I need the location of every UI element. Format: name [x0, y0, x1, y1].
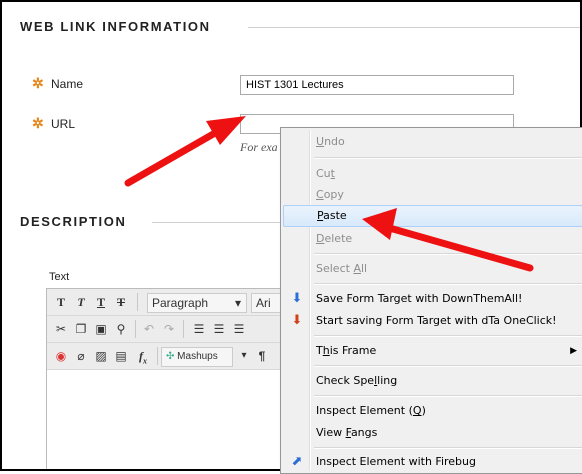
menu-label: ndo: [324, 135, 345, 148]
font-label: Ari: [256, 296, 271, 310]
mashups-label: Mashups: [177, 351, 218, 362]
menu-label: Start saving Form Target with dTa OneCli…: [316, 314, 557, 327]
menu-item-copy[interactable]: Copy: [283, 184, 582, 206]
menu-item-undo[interactable]: Undo: [283, 131, 582, 153]
menu-item-this-frame[interactable]: This Frame ▶: [283, 340, 582, 362]
underline-icon[interactable]: T: [92, 293, 110, 311]
section-divider: [248, 27, 580, 28]
align-left-icon[interactable]: ☰: [190, 320, 208, 338]
menu-label: Cu: [316, 167, 331, 180]
menu-mnemonic: t: [330, 167, 335, 180]
menu-label: Inspect Element (: [316, 404, 413, 417]
italic-icon[interactable]: T: [72, 293, 90, 311]
menu-separator: [314, 335, 582, 337]
menu-item-check-spelling[interactable]: Check Spelling: [283, 370, 582, 392]
editor-toolbar-row: ◉ ⌀ ▨ ▤ fx ✣ Mashups ▾ ¶: [47, 343, 307, 370]
url-hint: For exa: [240, 140, 278, 154]
name-label: Name: [51, 77, 84, 91]
align-right-icon[interactable]: ☰: [230, 320, 248, 338]
menu-label: T: [316, 344, 323, 357]
text-editor: T T T T Paragraph ▾ Ari ✂ ❐ ▣ ⚲ ↶ ↷ ☰ ☰ ☰…: [46, 288, 321, 469]
toolbar-separator: [157, 347, 158, 365]
menu-mnemonic: C: [316, 188, 324, 201]
media-icon[interactable]: ▤: [112, 347, 130, 365]
required-star-icon: ✲: [32, 75, 44, 91]
mashups-dropdown[interactable]: ✣ Mashups: [161, 347, 233, 367]
menu-mnemonic: A: [353, 262, 361, 275]
menu-label: angs: [350, 426, 378, 439]
dta-oneclick-icon: ⬇: [291, 313, 303, 328]
menu-label: View: [316, 426, 346, 439]
menu-label: opy: [323, 188, 344, 201]
align-center-icon[interactable]: ☰: [210, 320, 228, 338]
downthemall-icon: ⬇: [291, 291, 303, 306]
editor-toolbar-row: ✂ ❐ ▣ ⚲ ↶ ↷ ☰ ☰ ☰: [47, 316, 307, 343]
menu-mnemonic: Q: [412, 404, 422, 417]
menu-separator: [314, 395, 582, 397]
menu-label: Check Spe: [316, 374, 375, 387]
menu-label: Select: [316, 262, 354, 275]
menu-label: ): [421, 404, 426, 417]
redo-icon[interactable]: ↷: [160, 320, 178, 338]
menu-label: ll: [360, 262, 368, 275]
find-icon[interactable]: ⚲: [112, 320, 130, 338]
section-divider: [152, 222, 292, 223]
menu-label: elete: [324, 232, 353, 245]
url-label: URL: [51, 117, 76, 131]
text-label: Text: [49, 271, 70, 283]
paragraph-dropdown[interactable]: Paragraph ▾: [147, 293, 247, 313]
menu-separator: [314, 157, 582, 159]
copy-icon[interactable]: ❐: [72, 320, 90, 338]
attachment-icon[interactable]: ⌀: [72, 347, 90, 365]
paste-icon[interactable]: ▣: [92, 320, 110, 338]
context-menu: Undo Cut Copy Paste Delete Select All ⬇ S…: [280, 127, 582, 474]
menu-label: Save Form Target with DownThemAll!: [316, 292, 523, 305]
chevron-down-icon[interactable]: ▾: [235, 347, 253, 365]
menu-label: ling: [377, 374, 398, 387]
toolbar-separator: [135, 320, 136, 338]
menu-label: Inspect Element with Firebug: [316, 455, 476, 468]
menu-separator: [314, 365, 582, 367]
formula-icon[interactable]: fx: [134, 347, 152, 365]
paragraph-label: Paragraph: [152, 296, 209, 310]
section-title-web-link: WEB LINK INFORMATION: [20, 19, 211, 34]
menu-separator: [314, 253, 582, 255]
menu-item-downthemall[interactable]: ⬇ Save Form Target with DownThemAll!: [283, 288, 582, 310]
menu-separator: [314, 447, 582, 449]
menu-mnemonic: h: [322, 344, 330, 357]
menu-item-dta-oneclick[interactable]: ⬇ Start saving Form Target with dTa OneCl…: [283, 310, 582, 332]
submenu-arrow-icon: ▶: [570, 346, 577, 356]
required-star-icon: ✲: [32, 115, 44, 131]
menu-item-delete[interactable]: Delete: [283, 228, 582, 250]
menu-separator: [314, 283, 582, 285]
undo-icon[interactable]: ↶: [140, 320, 158, 338]
editor-toolbar-row: T T T T Paragraph ▾ Ari: [47, 289, 321, 316]
menu-item-inspect-element[interactable]: Inspect Element (Q): [283, 400, 582, 422]
menu-label: aste: [323, 209, 347, 222]
mashups-icon: ✣: [166, 351, 175, 362]
menu-mnemonic: U: [316, 135, 325, 148]
name-input[interactable]: HIST 1301 Lectures: [240, 75, 514, 95]
bold-icon[interactable]: T: [52, 293, 70, 311]
image-icon[interactable]: ▨: [92, 347, 110, 365]
chevron-down-icon: ▾: [234, 296, 241, 310]
menu-label: is Frame: [329, 344, 377, 357]
toolbar-separator: [137, 293, 138, 311]
toolbar-separator: [183, 320, 184, 338]
firebug-icon: ⬈: [291, 454, 303, 469]
menu-item-inspect-firebug[interactable]: ⬈ Inspect Element with Firebug: [283, 451, 582, 473]
paragraph-mark-icon[interactable]: ¶: [253, 347, 271, 365]
menu-item-select-all[interactable]: Select All: [283, 258, 582, 280]
section-title-description: DESCRIPTION: [20, 214, 127, 229]
menu-item-view-fangs[interactable]: View Fangs: [283, 422, 582, 444]
strikethrough-icon[interactable]: T: [112, 293, 130, 311]
menu-item-paste[interactable]: Paste: [283, 205, 582, 227]
cut-icon[interactable]: ✂: [52, 320, 70, 338]
menu-item-cut[interactable]: Cut: [283, 163, 582, 185]
record-icon[interactable]: ◉: [52, 347, 70, 365]
